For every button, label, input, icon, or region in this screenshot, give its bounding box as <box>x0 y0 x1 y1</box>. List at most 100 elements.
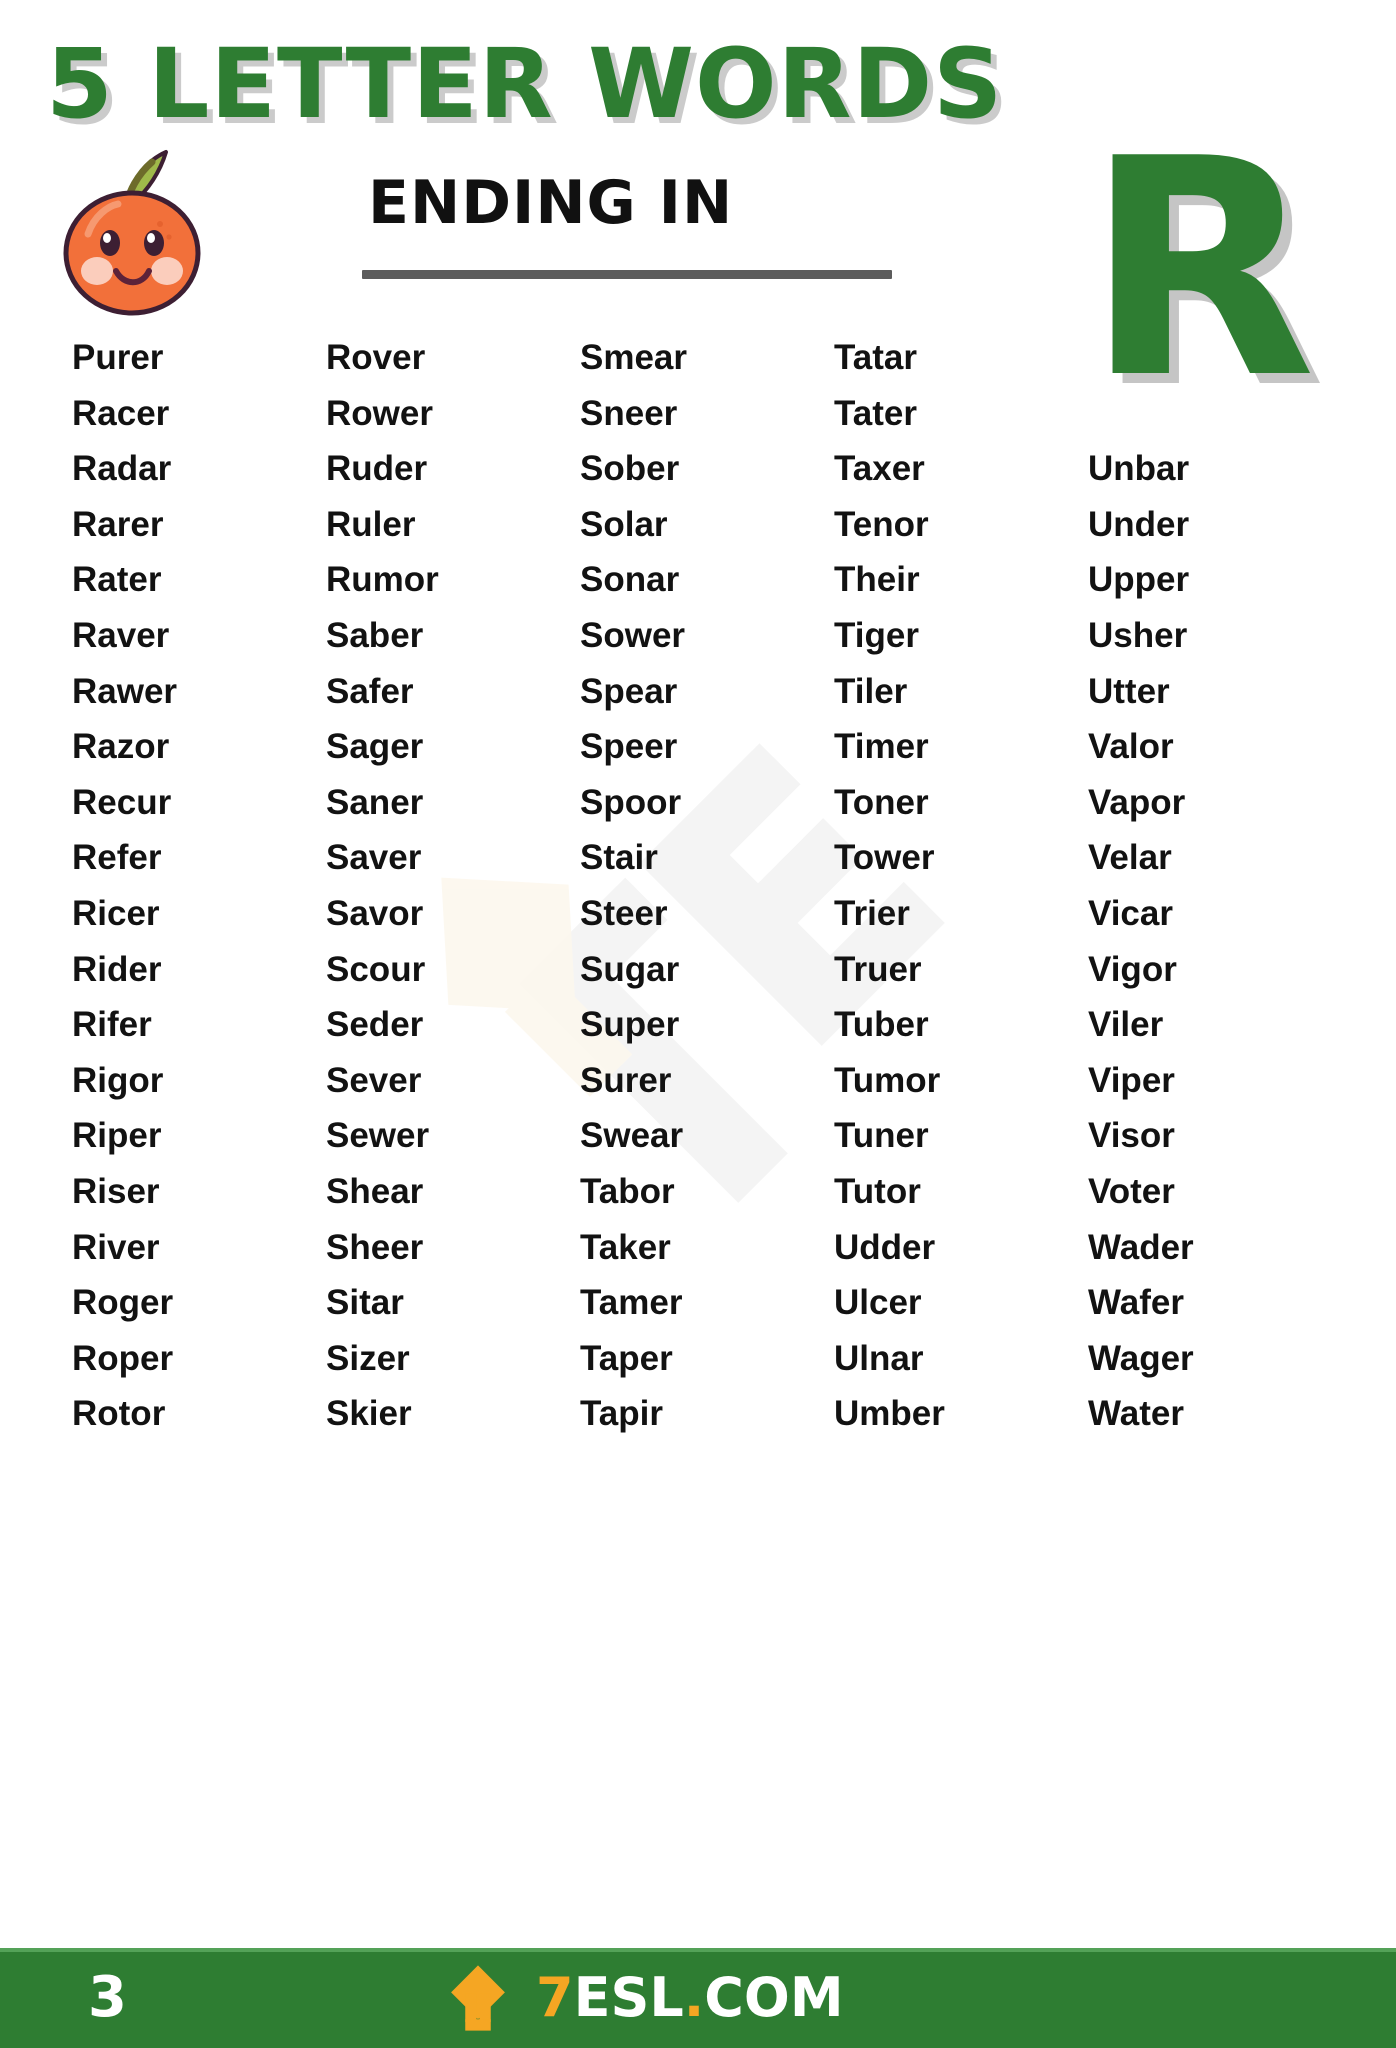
word-item: Under <box>1088 504 1190 544</box>
word-item: Saver <box>326 838 422 878</box>
word-item: Shear <box>326 1171 424 1211</box>
word-item: Vicar <box>1088 893 1173 933</box>
word-item: Wager <box>1088 1338 1194 1378</box>
word-item: Ruder <box>326 449 428 489</box>
word-item: Roper <box>72 1338 174 1378</box>
word-item: Taker <box>580 1227 671 1267</box>
word-item: Sizer <box>326 1338 410 1378</box>
word-item: Visor <box>1088 1116 1175 1156</box>
word-item: Razor <box>72 727 170 767</box>
title-underline-rule <box>362 270 892 279</box>
footer-bar: 3 7 ESL. COM <box>0 1948 1396 2048</box>
word-item <box>1088 386 1342 442</box>
word-item: Seder <box>326 1005 424 1045</box>
word-item: Surer <box>580 1060 672 1100</box>
word-item: Rover <box>326 338 426 377</box>
word-item: Tater <box>834 393 917 433</box>
word-item: Ulnar <box>834 1338 924 1378</box>
word-item: Rider <box>72 949 162 989</box>
word-item: Utter <box>1088 671 1170 711</box>
word-item: Umber <box>834 1394 945 1434</box>
orange-fruit-face-icon <box>48 138 223 318</box>
word-item: Skier <box>326 1394 412 1434</box>
word-item: Valor <box>1088 727 1174 767</box>
7esl-diamond-logo-icon <box>430 1964 526 2032</box>
word-item: Ruler <box>326 504 416 544</box>
word-item: Swear <box>580 1116 684 1156</box>
word-item: Tamer <box>580 1283 683 1323</box>
page-number: 3 <box>88 1965 127 2030</box>
word-item: Rower <box>326 393 433 433</box>
poster-page: 5 LETTER WORDS ENDING IN R Purer Rover S… <box>0 0 1396 2048</box>
brand-wordmark: 7 ESL. COM <box>536 1968 844 2028</box>
word-item: Taxer <box>834 449 925 489</box>
word-item: Sheer <box>326 1227 424 1267</box>
word-item: Taper <box>580 1338 673 1378</box>
word-item: Sober <box>580 449 680 489</box>
word-item: Trier <box>834 893 910 933</box>
footer-top-divider <box>0 1948 1396 1952</box>
word-item: Wader <box>1088 1227 1194 1267</box>
word-item: Solar <box>580 504 668 544</box>
word-item: Rotor <box>72 1394 166 1434</box>
word-item: Tutor <box>834 1171 921 1211</box>
word-item: Tatar <box>834 338 917 377</box>
word-item: Tabor <box>580 1171 675 1211</box>
word-item: Rarer <box>72 504 164 544</box>
word-item: Smear <box>580 338 688 377</box>
word-item: Water <box>1088 1394 1184 1434</box>
brand-tld: COM <box>704 1966 844 2029</box>
brand-name: ESL <box>573 1966 684 2029</box>
word-item: Toner <box>834 782 929 822</box>
word-item: Tower <box>834 838 935 878</box>
subtitle-ending-in: ENDING IN <box>368 168 734 238</box>
word-item: Sitar <box>326 1283 404 1323</box>
word-item: Stair <box>580 838 658 878</box>
word-item: Savor <box>326 893 424 933</box>
word-item: Tuber <box>834 1005 929 1045</box>
word-item: Sower <box>580 615 686 655</box>
word-item: Safer <box>326 671 414 711</box>
word-item: Tumor <box>834 1060 941 1100</box>
word-item: Recur <box>72 782 172 822</box>
word-item: Upper <box>1088 560 1190 600</box>
word-item: Sewer <box>326 1116 430 1156</box>
word-item: Saber <box>326 615 424 655</box>
word-item: Purer <box>72 338 164 377</box>
word-item: Steer <box>580 893 668 933</box>
word-item: Viler <box>1088 1005 1164 1045</box>
word-item: Sonar <box>580 560 680 600</box>
word-item: Wafer <box>1088 1283 1184 1323</box>
word-item: Vapor <box>1088 782 1186 822</box>
word-item: Tapir <box>580 1394 663 1434</box>
word-item: Roger <box>72 1283 174 1323</box>
word-grid: Purer Rover Smear Tatar Racer Rower Snee… <box>72 330 1342 1442</box>
word-item: Rater <box>72 560 162 600</box>
word-item: Riper <box>72 1116 162 1156</box>
word-item: Saner <box>326 782 424 822</box>
word-item: Viper <box>1088 1060 1175 1100</box>
word-item: River <box>72 1227 160 1267</box>
word-item: Racer <box>72 393 170 433</box>
word-item: Sager <box>326 727 424 767</box>
word-item <box>1088 330 1342 386</box>
word-item: Sever <box>326 1060 422 1100</box>
word-item: Rumor <box>326 560 439 600</box>
word-item: Their <box>834 560 920 600</box>
word-item: Spear <box>580 671 678 711</box>
word-item: Udder <box>834 1227 936 1267</box>
word-item: Rigor <box>72 1060 164 1100</box>
word-item: Radar <box>72 449 172 489</box>
word-item: Riser <box>72 1171 160 1211</box>
word-item: Tuner <box>834 1116 929 1156</box>
word-item: Super <box>580 1005 680 1045</box>
word-item: Voter <box>1088 1171 1175 1211</box>
word-item: Ulcer <box>834 1283 922 1323</box>
brand-logo[interactable]: 7 ESL. COM <box>430 1964 844 2032</box>
page-title: 5 LETTER WORDS <box>46 28 1004 140</box>
word-item: Rawer <box>72 671 178 711</box>
word-item: Speer <box>580 727 678 767</box>
word-item: Rifer <box>72 1005 152 1045</box>
word-item: Spoor <box>580 782 682 822</box>
brand-dot: . <box>683 1966 705 2029</box>
